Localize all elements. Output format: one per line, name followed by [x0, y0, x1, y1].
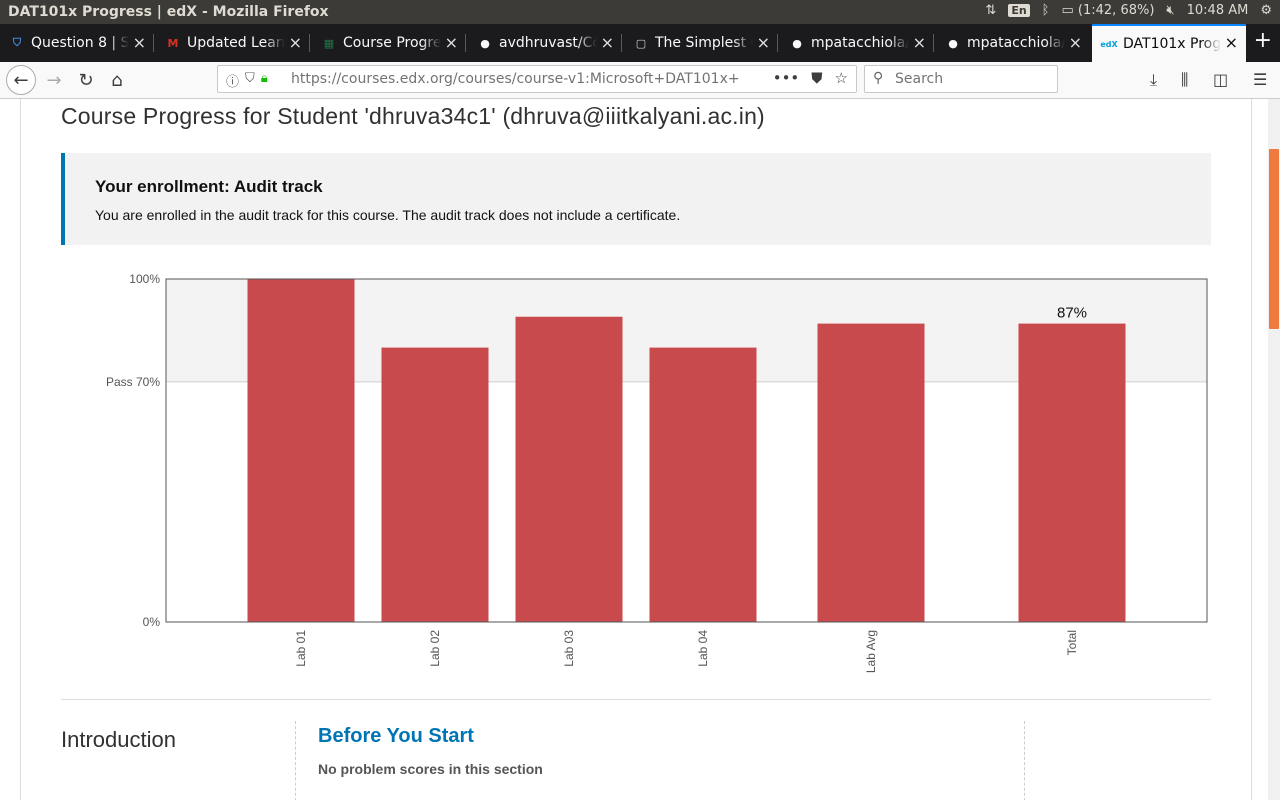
info-icon[interactable]: ⓘ — [226, 71, 239, 90]
chapter-title: Introduction — [61, 727, 176, 752]
tracking-shield-icon[interactable]: ⛉ — [245, 71, 255, 90]
tab-7[interactable]: ● mpatacchiola/blog× — [936, 24, 1090, 62]
page-actions-icon[interactable]: ••• — [773, 69, 800, 87]
forward-button[interactable]: → — [40, 66, 68, 94]
close-tab-icon[interactable]: × — [289, 33, 302, 52]
tab-5[interactable]: ▢ The Simplest Guide× — [624, 24, 778, 62]
github-icon: ● — [792, 36, 802, 50]
home-icon: ⌂ — [111, 69, 123, 91]
tab-label: mpatacchiola/blog — [967, 35, 1065, 51]
downloads-icon[interactable]: ⤓ — [1150, 70, 1157, 90]
section-divider — [61, 699, 1211, 700]
section-link-before-you-start[interactable]: Before You Start — [318, 725, 474, 748]
bar-total — [1018, 323, 1126, 622]
scrollbar[interactable] — [1268, 99, 1280, 800]
library-icon[interactable]: ⫼ — [1181, 70, 1188, 90]
github-icon: ● — [948, 36, 958, 50]
reload-button[interactable]: ↻ — [72, 66, 100, 94]
search-input[interactable]: ⚲ Search — [864, 65, 1058, 93]
bookmark-star-icon[interactable]: ☆ — [835, 69, 848, 87]
close-tab-icon[interactable]: × — [133, 33, 146, 52]
tab-label: mpatacchiola/dissecting — [811, 35, 909, 51]
keyboard-layout-indicator[interactable]: En — [1008, 4, 1030, 17]
x-tick-label: Lab Avg — [864, 630, 878, 673]
new-tab-button[interactable]: + — [1254, 28, 1272, 53]
page-content: Course Progress for Student 'dhruva34c1'… — [0, 99, 1280, 800]
progress-chart: Lab 01 Lab 02 Lab 03 Lab 04 Lab Avg Total 0% Pa… — [106, 272, 1208, 673]
tab-label: Question 8 | Stack — [31, 35, 129, 51]
bar-lab-01 — [247, 279, 355, 622]
url-text[interactable]: https://courses.edx.org/courses/course-v… — [291, 71, 751, 87]
enrollment-title: Your enrollment: Audit track — [95, 177, 323, 196]
section-note: No problem scores in this section — [318, 761, 543, 777]
x-tick-label: Total — [1065, 630, 1079, 655]
clock[interactable]: 10:48 AM — [1187, 3, 1249, 18]
tab-label: avdhruvast/Course — [499, 35, 597, 51]
y-tick-label: 0% — [143, 615, 161, 629]
box-icon: ▢ — [635, 36, 647, 50]
battery-status: (1:42, 68%) — [1077, 3, 1155, 18]
pocket-icon[interactable]: ⛊ — [811, 69, 822, 87]
tab-label: DAT101x Progress — [1123, 36, 1221, 52]
section-column: Before You Start No problem scores in th… — [295, 721, 1025, 800]
close-tab-icon[interactable]: × — [757, 33, 770, 52]
bar-lab-03 — [515, 316, 623, 622]
tab-strip: ⛉Question 8 | Stack×MUpdated Learning×▦C… — [0, 24, 1280, 62]
os-top-bar: DAT101x Progress | edX - Mozilla Firefox… — [0, 0, 1280, 24]
network-icon[interactable]: ⇅ — [985, 3, 996, 18]
bar-lab-04 — [649, 347, 757, 622]
menu-icon[interactable]: ☰ — [1253, 70, 1267, 89]
x-tick-label: Lab 03 — [562, 630, 576, 667]
scrollbar-thumb[interactable] — [1269, 149, 1279, 329]
page-title: Course Progress for Student 'dhruva34c1'… — [61, 103, 765, 129]
bluetooth-icon[interactable]: ᛒ — [1042, 3, 1050, 18]
enrollment-banner: Your enrollment: Audit track You are enr… — [61, 153, 1211, 245]
tab-label: Updated Learning — [187, 35, 285, 51]
window-title: DAT101x Progress | edX - Mozilla Firefox — [8, 4, 329, 20]
navigation-toolbar: ← → ↻ ⌂ ⓘ ⛉ 🔒︎ https://courses.edx.org/c… — [0, 62, 1280, 99]
arrow-left-icon: ← — [13, 69, 29, 91]
y-tick-label: 100% — [129, 272, 160, 286]
back-button[interactable]: ← — [6, 65, 36, 95]
close-tab-icon[interactable]: × — [1069, 33, 1082, 52]
search-icon: ⚲ — [873, 70, 884, 86]
gmail-icon: M — [167, 36, 179, 50]
shield-icon: ⛉ — [12, 36, 22, 49]
data-label-total: 87% — [1057, 305, 1087, 322]
y-tick-label: Pass 70% — [106, 375, 160, 389]
x-tick-label: Lab 02 — [428, 630, 442, 667]
close-tab-icon[interactable]: × — [445, 33, 458, 52]
tab-label: The Simplest Guide — [655, 35, 753, 51]
volume-icon[interactable]: 🔇︎ — [1166, 3, 1174, 18]
url-bar[interactable]: ⓘ ⛉ 🔒︎ https://courses.edx.org/courses/c… — [217, 65, 857, 93]
x-tick-label: Lab 01 — [294, 630, 308, 667]
tab-4[interactable]: ● avdhruvast/Course× — [468, 24, 622, 62]
gear-icon[interactable]: ⚙ — [1260, 3, 1272, 18]
home-button[interactable]: ⌂ — [103, 66, 131, 94]
sidebar-icon[interactable]: ◫ — [1213, 70, 1228, 89]
edx-icon: edX — [1100, 39, 1118, 49]
tab-8[interactable]: edX DAT101x Progress× — [1092, 24, 1246, 62]
spreadsheet-icon: ▦ — [323, 36, 335, 50]
tab-3[interactable]: ▦ Course Progress× — [312, 24, 466, 62]
bar-lab-avg — [817, 323, 925, 622]
tab-label: Course Progress — [343, 35, 441, 51]
tab-2[interactable]: M Updated Learning× — [156, 24, 310, 62]
reload-icon: ↻ — [78, 69, 94, 91]
close-tab-icon[interactable]: × — [913, 33, 926, 52]
x-tick-label: Lab 04 — [696, 630, 710, 667]
enrollment-text: You are enrolled in the audit track for … — [95, 207, 681, 223]
battery-indicator[interactable]: ▭ (1:42, 68%) — [1061, 3, 1154, 18]
os-indicators: ⇅ En ᛒ ▭ (1:42, 68%) 🔇︎ 10:48 AM ⚙ — [985, 3, 1272, 18]
close-tab-icon[interactable]: × — [1225, 33, 1238, 52]
lock-icon[interactable]: 🔒︎ — [261, 71, 268, 90]
tab-6[interactable]: ● mpatacchiola/dissecting× — [780, 24, 934, 62]
battery-icon: ▭ — [1061, 3, 1074, 18]
close-tab-icon[interactable]: × — [601, 33, 614, 52]
arrow-right-icon: → — [46, 69, 62, 91]
tab-1[interactable]: ⛉ Question 8 | Stack× — [0, 24, 154, 62]
bar-lab-02 — [381, 347, 489, 622]
github-icon: ● — [480, 36, 490, 50]
search-placeholder: Search — [895, 71, 944, 87]
